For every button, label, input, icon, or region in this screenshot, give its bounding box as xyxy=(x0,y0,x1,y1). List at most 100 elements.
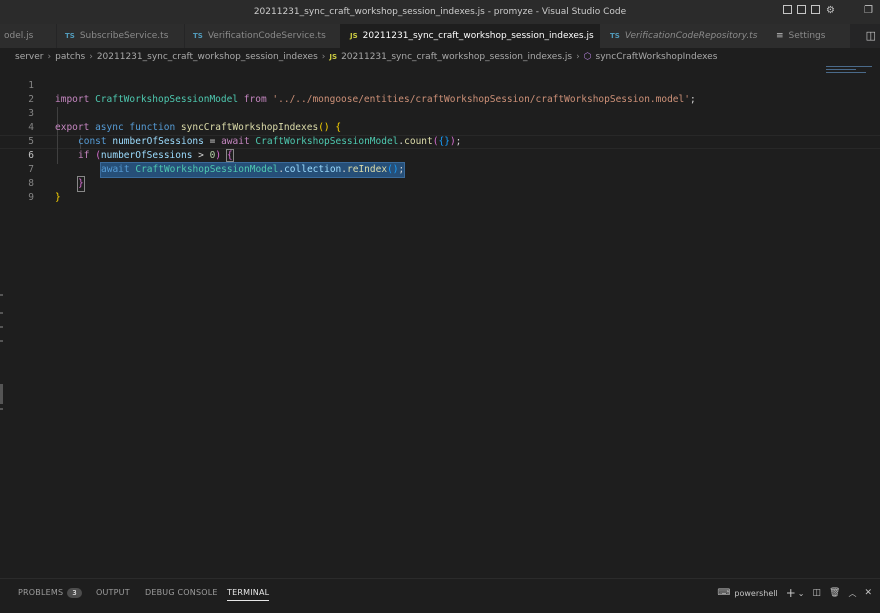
parens: () xyxy=(387,164,399,175)
typescript-file-icon: TS xyxy=(610,32,620,40)
toggle-secondary-sidebar-icon[interactable] xyxy=(811,5,820,14)
tab-label: 20211231_sync_craft_workshop_session_ind… xyxy=(362,31,594,41)
class-name: CraftWorkshopSessionModel xyxy=(135,164,279,175)
tab-debug-console[interactable]: DEBUG CONSOLE xyxy=(145,588,218,597)
gutter-marker xyxy=(0,340,3,342)
code-line-1: 1 import CraftWorkshopSessionModel from … xyxy=(0,65,695,105)
chevron-up-icon[interactable]: ︿ xyxy=(848,588,856,599)
indent-guide xyxy=(57,107,58,164)
typescript-file-icon: TS xyxy=(65,32,75,40)
code-line-2: 2 xyxy=(0,79,34,105)
open-brace: { xyxy=(335,122,342,133)
toggle-sidebar-icon[interactable] xyxy=(783,5,792,14)
toggle-panel-icon[interactable] xyxy=(797,5,806,14)
keyword-export: export xyxy=(55,122,90,133)
chevron-right-icon: › xyxy=(576,52,580,62)
line-number: 9 xyxy=(28,192,34,203)
terminal-actions: ⌨ powershell + ⌄ ◫ 🗑 ︿ ✕ xyxy=(717,586,872,600)
editor-tabs: odel.js TS SubscribeService.ts TS Verifi… xyxy=(0,24,880,48)
split-terminal-icon[interactable]: ◫ xyxy=(813,588,822,598)
chevron-right-icon: › xyxy=(89,52,93,62)
keyword-if: if xyxy=(78,150,90,161)
tab-verification-code-service[interactable]: TS VerificationCodeService.ts xyxy=(184,24,340,48)
object-literal: {} xyxy=(438,136,450,147)
close-brace: } xyxy=(77,176,85,192)
keyword-await: await xyxy=(221,136,250,147)
restore-window-icon[interactable]: ❐ xyxy=(863,5,874,16)
split-editor-icon[interactable]: ◫ xyxy=(866,29,876,42)
keyword-await: await xyxy=(101,164,130,175)
class-name: CraftWorkshopSessionModel xyxy=(255,136,399,147)
gutter-marker xyxy=(0,312,3,314)
breadcrumb-item-file[interactable]: 20211231_sync_craft_workshop_session_ind… xyxy=(341,52,572,62)
selected-code-text: await CraftWorkshopSessionModel.collecti… xyxy=(99,162,406,178)
chevron-right-icon: › xyxy=(47,52,52,62)
string-literal: '../../mongoose/entities/craftWorkshopSe… xyxy=(272,94,690,105)
code-text: import CraftWorkshopSessionModel from '.… xyxy=(55,93,696,107)
keyword-from: from xyxy=(243,94,267,105)
settings-list-icon: ≡ xyxy=(776,31,784,41)
class-name: CraftWorkshopSessionModel xyxy=(95,94,239,105)
window-controls: ⚙ ❐ xyxy=(783,5,874,16)
gutter-marker xyxy=(0,408,3,410)
close-brace: } xyxy=(55,192,61,203)
function-name: syncCraftWorkshopIndexes xyxy=(180,122,319,133)
tab-label: PROBLEMS xyxy=(18,588,64,597)
keyword-import: import xyxy=(55,94,90,105)
tab-label: Settings xyxy=(788,31,826,41)
variable-name: numberOfSessions xyxy=(100,150,193,161)
javascript-file-icon: JS xyxy=(350,32,358,40)
code-line-6: 6 await CraftWorkshopSessionModel.collec… xyxy=(0,135,406,178)
breadcrumb-item-function[interactable]: syncCraftWorkshopIndexes xyxy=(596,52,718,62)
bottom-panel: PROBLEMS 3 OUTPUT DEBUG CONSOLE TERMINAL … xyxy=(0,578,880,613)
tab-output[interactable]: OUTPUT xyxy=(96,588,130,597)
terminal-icon: ⌨ xyxy=(717,588,731,598)
chevron-right-icon: › xyxy=(321,52,326,62)
gutter-marker xyxy=(0,384,3,404)
tab-settings[interactable]: ≡ Settings xyxy=(766,24,850,48)
window-title: 20211231_sync_craft_workshop_session_ind… xyxy=(253,7,627,17)
code-line-7: 7 } xyxy=(0,149,85,192)
function-symbol-icon: ⬡ xyxy=(583,52,592,62)
parens: () xyxy=(318,122,330,133)
tab-label: SubscribeService.ts xyxy=(79,31,169,41)
breadcrumb-item-folder[interactable]: 20211231_sync_craft_workshop_session_ind… xyxy=(97,52,318,62)
method-name: reIndex xyxy=(347,164,388,175)
close-panel-icon[interactable]: ✕ xyxy=(864,588,872,598)
operator: > xyxy=(198,150,204,161)
breadcrumb-item-server[interactable]: server xyxy=(15,52,44,62)
tab-problems[interactable]: PROBLEMS 3 xyxy=(18,588,82,598)
semicolon: ; xyxy=(455,136,462,147)
tab-sync-craft-workshop-indexes[interactable]: JS 20211231_sync_craft_workshop_session_… xyxy=(340,24,611,48)
code-line-3: 3 export async function syncCraftWorksho… xyxy=(0,93,341,133)
javascript-file-icon: JS xyxy=(329,53,338,61)
keyword-function: function xyxy=(129,122,176,133)
variable-name: numberOfSessions xyxy=(112,136,204,147)
problems-count-badge: 3 xyxy=(67,588,82,598)
code-line-5: 5 if (numberOfSessions > 0) { xyxy=(0,121,234,162)
customize-layout-icon[interactable]: ⚙ xyxy=(825,5,836,16)
code-text: const numberOfSessions = await CraftWork… xyxy=(78,135,461,149)
title-bar: 20211231_sync_craft_workshop_session_ind… xyxy=(0,0,880,24)
semicolon: ; xyxy=(689,94,696,105)
operator: = xyxy=(209,136,216,147)
tab-model-js[interactable]: odel.js xyxy=(0,24,56,48)
gutter-marker xyxy=(0,326,3,328)
breadcrumb: server › patchs › 20211231_sync_craft_wo… xyxy=(15,52,717,62)
method-name: count xyxy=(404,136,433,147)
tab-subscribe-service[interactable]: TS SubscribeService.ts xyxy=(56,24,184,48)
tab-terminal[interactable]: TERMINAL xyxy=(227,588,270,601)
new-terminal-plus-icon[interactable]: + xyxy=(786,586,796,600)
code-editor[interactable]: 1 import CraftWorkshopSessionModel from … xyxy=(0,64,880,576)
tab-label: odel.js xyxy=(4,31,34,41)
chevron-down-icon[interactable]: ⌄ xyxy=(798,589,805,598)
terminal-shell-name[interactable]: powershell xyxy=(734,589,777,598)
tab-verification-code-repository[interactable]: TS VerificationCodeRepository.ts xyxy=(600,24,766,48)
semicolon: ; xyxy=(398,164,405,175)
trash-icon[interactable]: 🗑 xyxy=(829,588,840,598)
keyword-const: const xyxy=(78,136,107,147)
open-brace: { xyxy=(225,149,234,162)
typescript-file-icon: TS xyxy=(193,32,203,40)
breadcrumb-item-patchs[interactable]: patchs xyxy=(55,52,85,62)
code-line-9: 9 xyxy=(0,177,34,203)
